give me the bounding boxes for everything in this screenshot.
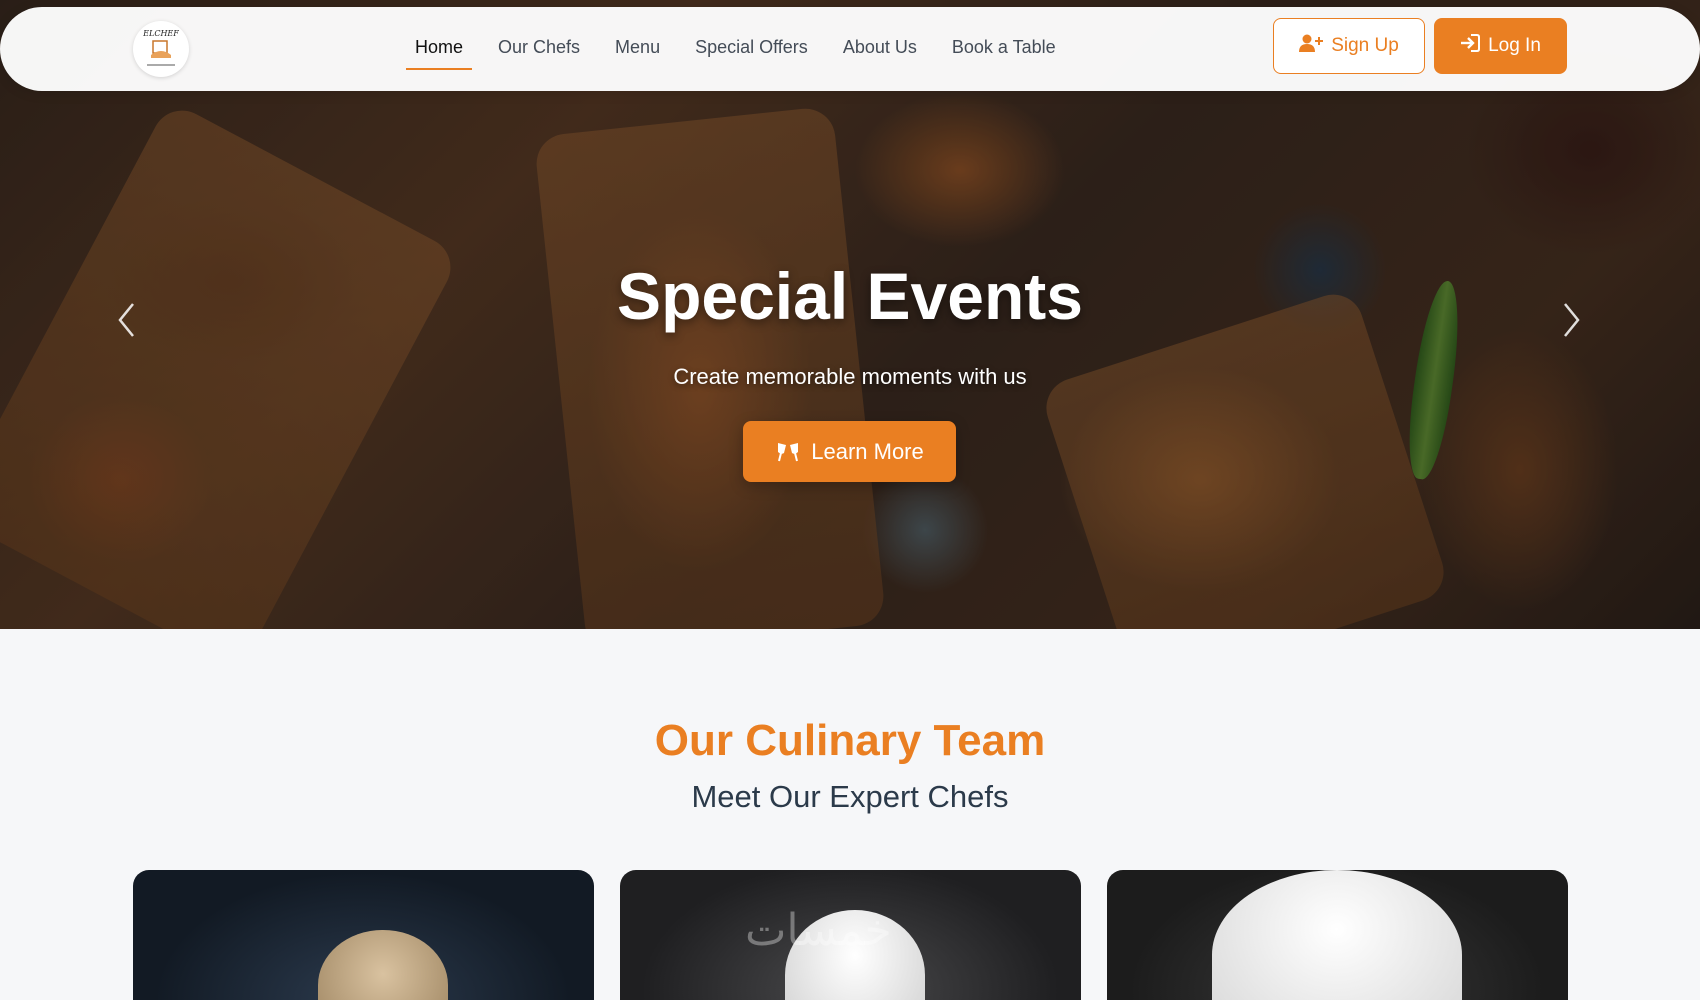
- glasses-cheers-icon: [775, 441, 801, 463]
- hero-title: Special Events: [617, 259, 1083, 333]
- brand-logo[interactable]: ELCHEF: [133, 21, 189, 77]
- sign-up-button[interactable]: Sign Up: [1273, 18, 1425, 74]
- section-subtitle: Meet Our Expert Chefs: [691, 779, 1009, 814]
- main-nav: Home Our Chefs Menu Special Offers About…: [406, 29, 1082, 70]
- logo-text: ELCHEF: [142, 29, 179, 38]
- learn-more-button[interactable]: Learn More: [743, 421, 956, 482]
- log-in-label: Log In: [1488, 35, 1541, 56]
- chef-hat-image: [1212, 870, 1462, 1000]
- chef-hat-image: [318, 930, 448, 1000]
- nav-link-home[interactable]: Home: [406, 29, 473, 70]
- section-title: Our Culinary Team: [654, 716, 1046, 765]
- hero-subtitle: Create memorable moments with us: [673, 364, 1027, 389]
- nav-link-our-chefs[interactable]: Our Chefs: [489, 29, 589, 70]
- nav-link-about-us[interactable]: About Us: [834, 29, 926, 70]
- nav-link-menu[interactable]: Menu: [606, 29, 669, 70]
- navbar: ELCHEF Home Our Chefs Menu Special Offer…: [0, 7, 1700, 91]
- chef-card[interactable]: [1107, 870, 1568, 1000]
- sign-up-label: Sign Up: [1331, 35, 1399, 56]
- hero-carousel: Special Events Create memorable moments …: [0, 0, 1700, 629]
- sign-in-icon: [1460, 34, 1481, 58]
- watermark-text: خمسات: [745, 905, 892, 956]
- chef-card[interactable]: [133, 870, 594, 1000]
- user-plus-icon: [1299, 33, 1324, 59]
- nav-link-special-offers[interactable]: Special Offers: [686, 29, 817, 70]
- learn-more-label: Learn More: [811, 438, 924, 464]
- nav-link-book-a-table[interactable]: Book a Table: [943, 29, 1065, 70]
- log-in-button[interactable]: Log In: [1434, 18, 1567, 74]
